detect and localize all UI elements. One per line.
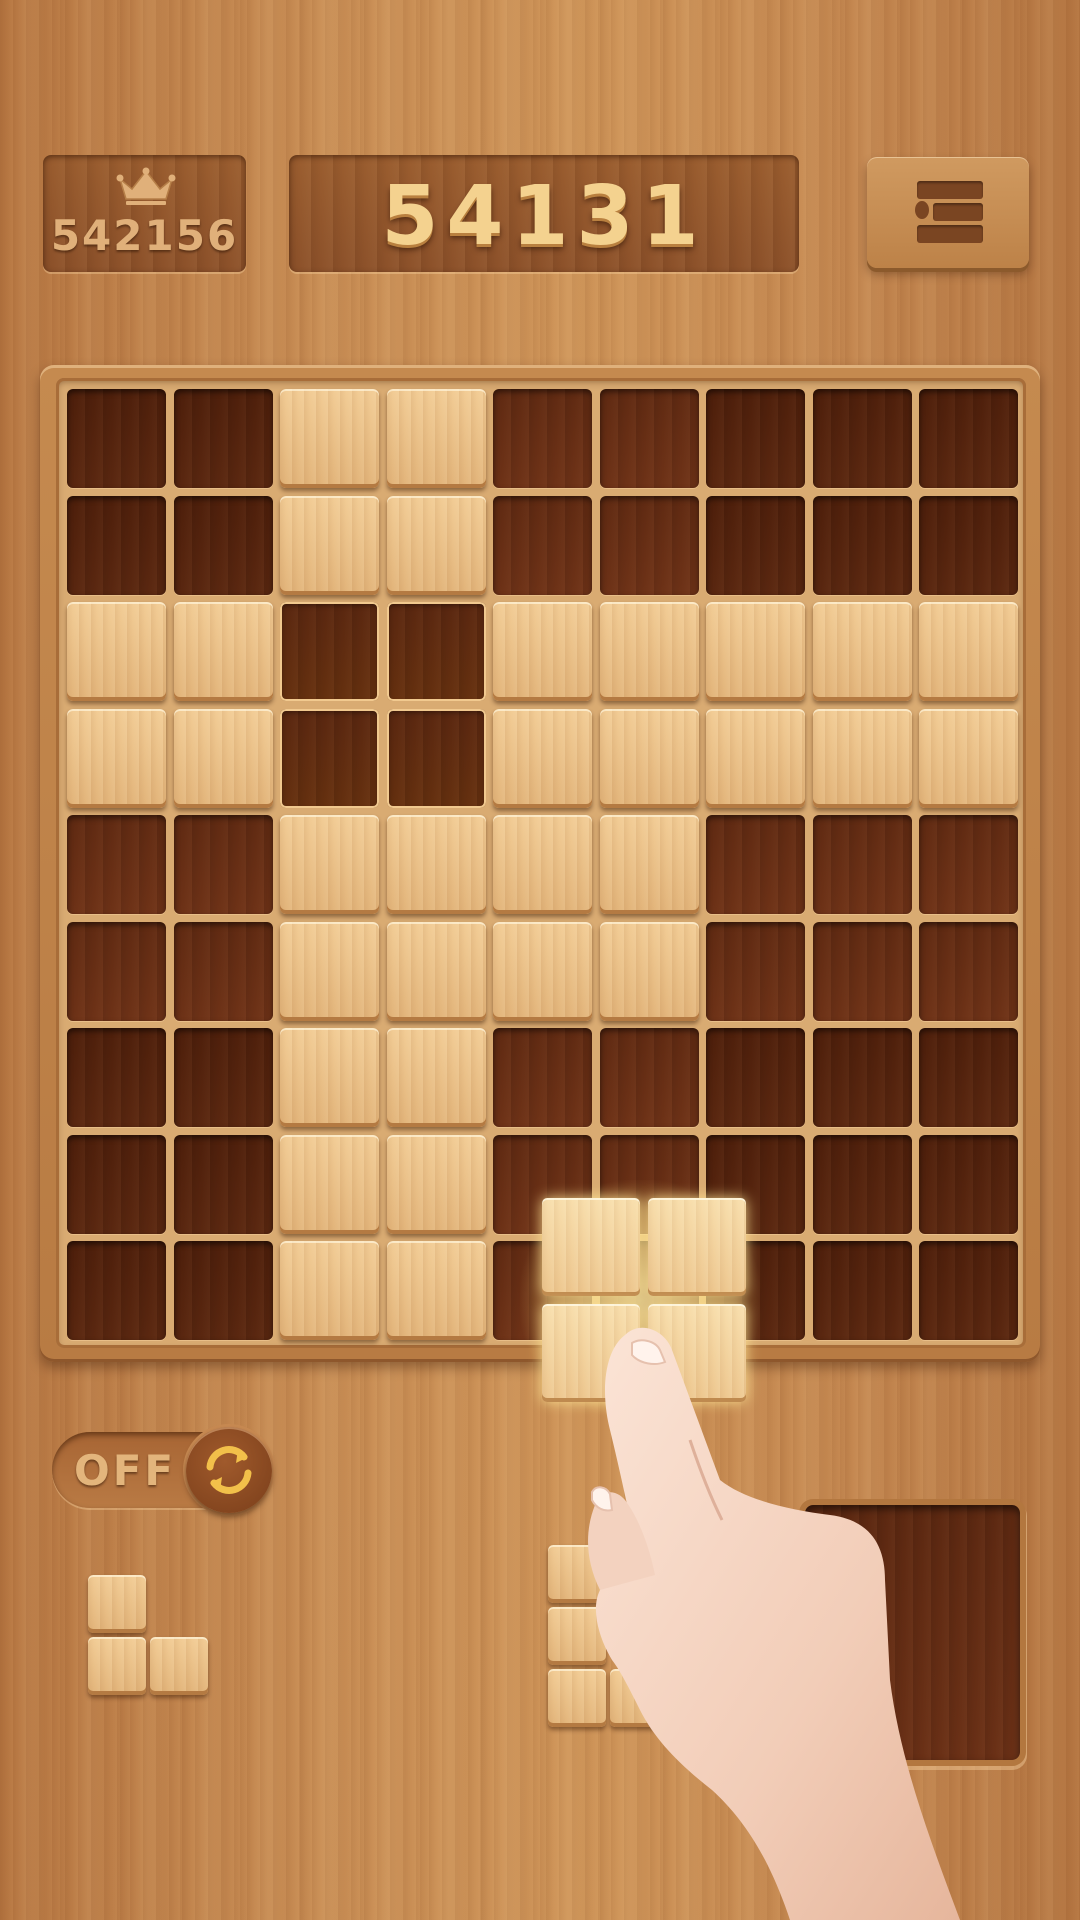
- l-piece-tall-block[interactable]: [548, 1607, 606, 1665]
- l-piece-tall-block[interactable]: [610, 1669, 668, 1727]
- board-cell-filled[interactable]: [599, 815, 699, 914]
- board-cell-empty[interactable]: [919, 389, 1018, 488]
- rotate-icon: [206, 1446, 252, 1494]
- board-cell-filled[interactable]: [599, 708, 699, 808]
- best-score-value: 542156: [50, 211, 239, 260]
- board-cell-filled[interactable]: [280, 815, 379, 914]
- board-cell-filled[interactable]: [386, 815, 486, 914]
- board-cell-filled[interactable]: [812, 602, 912, 701]
- board-cell-empty[interactable]: [919, 1028, 1018, 1127]
- board-cell-filled[interactable]: [812, 708, 912, 808]
- l-piece-small-block[interactable]: [88, 1637, 146, 1695]
- board-cell-filled[interactable]: [386, 495, 486, 595]
- board-cell-filled[interactable]: [173, 602, 273, 701]
- best-score-panel: 542156: [43, 155, 246, 272]
- board-cell-filled[interactable]: [280, 495, 379, 595]
- board-cell-empty[interactable]: [493, 1028, 592, 1127]
- board-cell-empty[interactable]: [280, 602, 379, 701]
- board-cell-empty[interactable]: [812, 921, 912, 1021]
- board-cell-empty[interactable]: [173, 389, 273, 488]
- board-cell-empty[interactable]: [599, 495, 699, 595]
- board-cell-filled[interactable]: [280, 1028, 379, 1127]
- board-cell-filled[interactable]: [386, 1028, 486, 1127]
- board-cell-empty[interactable]: [386, 602, 486, 701]
- board-cell-filled[interactable]: [67, 602, 166, 701]
- board-cell-empty[interactable]: [812, 1241, 912, 1340]
- board-cell-filled[interactable]: [280, 1134, 379, 1234]
- menu-button[interactable]: [867, 157, 1029, 268]
- board-cell-empty[interactable]: [919, 1134, 1018, 1234]
- board-cell-empty[interactable]: [493, 389, 592, 488]
- board-cell-filled[interactable]: [173, 708, 273, 808]
- board-cell-empty[interactable]: [280, 708, 379, 808]
- board-cell-empty[interactable]: [67, 921, 166, 1021]
- board-cell-empty[interactable]: [67, 815, 166, 914]
- board-cell-filled[interactable]: [67, 708, 166, 808]
- board-cell-empty[interactable]: [812, 1134, 912, 1234]
- board-cell-empty[interactable]: [67, 1241, 166, 1340]
- board-cell-empty[interactable]: [599, 1028, 699, 1127]
- board-cell-empty[interactable]: [173, 815, 273, 914]
- board-cell-filled[interactable]: [599, 921, 699, 1021]
- board-cell-filled[interactable]: [493, 708, 592, 808]
- board-cell-empty[interactable]: [67, 495, 166, 595]
- board-cell-empty[interactable]: [706, 389, 805, 488]
- board-cell-empty[interactable]: [173, 495, 273, 595]
- board-cell-empty[interactable]: [706, 921, 805, 1021]
- board-cell-empty[interactable]: [706, 1028, 805, 1127]
- board-cell-empty[interactable]: [812, 389, 912, 488]
- current-score-value: 54131: [381, 169, 707, 264]
- board-cell-empty[interactable]: [812, 815, 912, 914]
- board-cell-empty[interactable]: [919, 495, 1018, 595]
- board-cell-filled[interactable]: [280, 389, 379, 488]
- board-cell-empty[interactable]: [919, 815, 1018, 914]
- l-piece-small-block[interactable]: [150, 1637, 208, 1695]
- dragging-block[interactable]: [648, 1198, 746, 1296]
- board-cell-empty[interactable]: [706, 815, 805, 914]
- board-cell-empty[interactable]: [919, 1241, 1018, 1340]
- board-cell-empty[interactable]: [706, 495, 805, 595]
- board-cell-filled[interactable]: [706, 708, 805, 808]
- board-cell-filled[interactable]: [386, 389, 486, 488]
- board-cell-filled[interactable]: [599, 602, 699, 701]
- board-cell-empty[interactable]: [173, 1134, 273, 1234]
- board-cell-empty[interactable]: [493, 495, 592, 595]
- board-cell-empty[interactable]: [919, 921, 1018, 1021]
- piece-slot-empty: [805, 1505, 1020, 1760]
- board-cell-empty[interactable]: [599, 389, 699, 488]
- board-cell-filled[interactable]: [706, 602, 805, 701]
- board-cell-empty[interactable]: [173, 1241, 273, 1340]
- board-cell-filled[interactable]: [919, 708, 1018, 808]
- board-cell-empty[interactable]: [812, 495, 912, 595]
- board-cell-filled[interactable]: [386, 1134, 486, 1234]
- board-cell-filled[interactable]: [493, 921, 592, 1021]
- crown-icon: [116, 167, 176, 205]
- board-cell-filled[interactable]: [386, 1241, 486, 1340]
- rotate-toggle-knob[interactable]: [186, 1427, 272, 1513]
- board-cell-empty[interactable]: [812, 1028, 912, 1127]
- board-cell-empty[interactable]: [173, 1028, 273, 1127]
- board-cell-filled[interactable]: [280, 1241, 379, 1340]
- board-cell-filled[interactable]: [493, 602, 592, 701]
- board-cell-empty[interactable]: [173, 921, 273, 1021]
- dragging-block[interactable]: [542, 1198, 640, 1296]
- board-cell-empty[interactable]: [67, 1028, 166, 1127]
- board-cell-filled[interactable]: [919, 602, 1018, 701]
- l-piece-small-block[interactable]: [88, 1575, 146, 1633]
- board-cell-empty[interactable]: [386, 708, 486, 808]
- board-cell-filled[interactable]: [493, 815, 592, 914]
- board-cell-empty[interactable]: [67, 1134, 166, 1234]
- dragging-block[interactable]: [542, 1304, 640, 1402]
- board-cell-filled[interactable]: [386, 921, 486, 1021]
- l-piece-tall-block[interactable]: [548, 1669, 606, 1727]
- current-score-panel: 54131: [289, 155, 799, 272]
- board-cell-filled[interactable]: [280, 921, 379, 1021]
- l-piece-tall-block[interactable]: [548, 1545, 606, 1603]
- board-cell-empty[interactable]: [67, 389, 166, 488]
- dragging-block[interactable]: [648, 1304, 746, 1402]
- rotate-toggle-label: OFF: [74, 1446, 177, 1495]
